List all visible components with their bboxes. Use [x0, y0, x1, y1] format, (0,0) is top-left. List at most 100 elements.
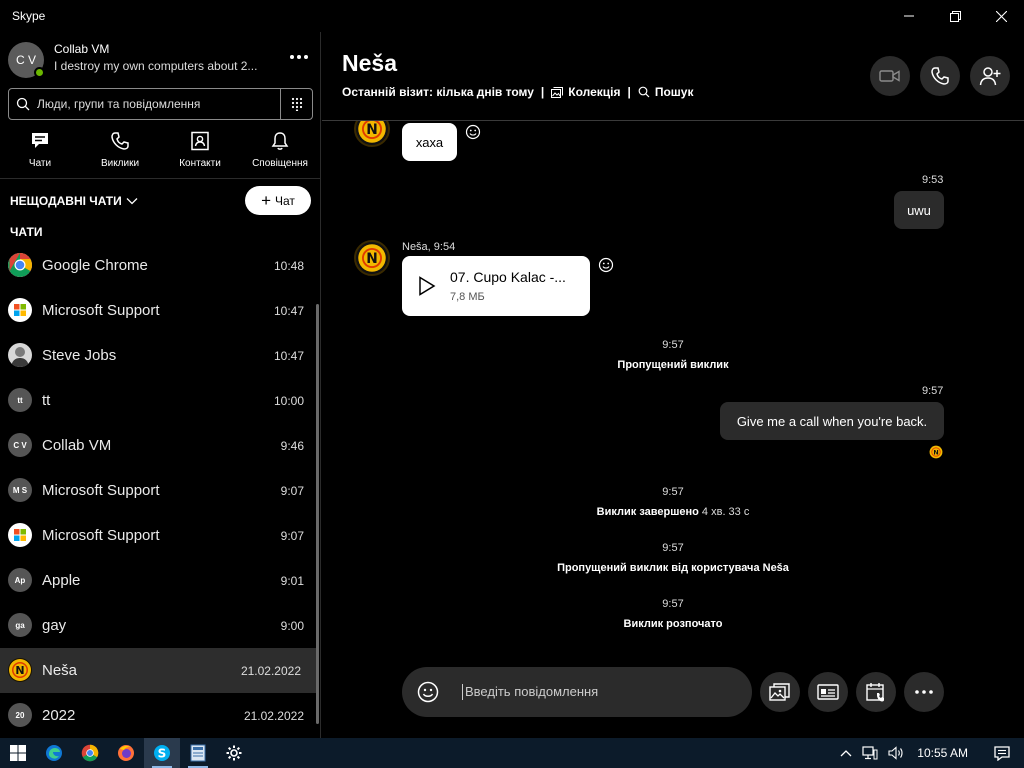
chat-item-steve-jobs[interactable]: Steve Jobs 10:47: [0, 333, 321, 378]
maximize-button[interactable]: [932, 0, 978, 32]
chat-item-tt[interactable]: tt tt 10:00: [0, 378, 321, 423]
edge-icon: [46, 745, 62, 761]
message-composer[interactable]: Введіть повідомлення: [402, 667, 752, 717]
chat-time: 21.02.2022: [240, 663, 301, 678]
chat-item-gay[interactable]: ga gay 9:00: [0, 603, 321, 648]
system-time: 9:57: [662, 542, 684, 554]
taskbar-settings[interactable]: [216, 738, 252, 768]
speaker-icon: [888, 746, 903, 760]
nesa-avatar-icon[interactable]: N: [354, 121, 390, 147]
microsoft-logo-icon: [8, 298, 32, 322]
nav-chats[interactable]: Чати: [0, 130, 80, 176]
call-started-notice: Виклик розпочато: [623, 618, 723, 630]
minimize-button[interactable]: [886, 0, 932, 32]
nav-contacts[interactable]: Контакти: [160, 130, 240, 176]
chat-item-microsoft-support[interactable]: Microsoft Support 10:47: [0, 288, 321, 333]
search-link[interactable]: Пошук: [655, 85, 694, 99]
conversation-subheader: Останній візит: кілька днів тому | Колек…: [342, 85, 693, 99]
conversation-title[interactable]: Neša: [342, 50, 397, 77]
chat-avatar: 20: [8, 703, 32, 727]
audio-call-button[interactable]: [920, 56, 960, 96]
more-composer-options-button[interactable]: [904, 672, 944, 712]
new-chat-button[interactable]: + Чат: [245, 186, 311, 215]
composer-actions: [760, 672, 944, 712]
profile-avatar[interactable]: C V: [8, 42, 45, 78]
main-nav: Чати Виклики Контакти Сповіщення: [0, 130, 321, 176]
conversation-actions: [870, 56, 1010, 96]
plus-icon: +: [261, 190, 272, 210]
search-icon: [638, 86, 650, 98]
profile[interactable]: C V Collab VM I destroy my own computers…: [8, 40, 313, 78]
taskbar-firefox[interactable]: [108, 738, 144, 768]
nesa-avatar-icon[interactable]: N: [354, 240, 390, 276]
nav-notifications[interactable]: Сповіщення: [240, 130, 320, 176]
dialpad-button[interactable]: [280, 89, 312, 119]
taskbar-app[interactable]: [180, 738, 216, 768]
new-chat-label: Чат: [275, 193, 295, 208]
schedule-call-button[interactable]: [856, 672, 896, 712]
chat-item-apple[interactable]: Ap Apple 9:01: [0, 558, 321, 603]
title-bar: Skype: [0, 0, 1024, 32]
image-icon: [769, 683, 790, 701]
chat-name: Collab VM: [42, 437, 112, 454]
chevron-down-icon: [126, 198, 138, 205]
taskbar-chrome[interactable]: [72, 738, 108, 768]
add-reaction-icon[interactable]: [465, 124, 481, 140]
more-icon: [915, 690, 933, 694]
action-center-button[interactable]: [980, 738, 1024, 768]
message-bubble-outgoing[interactable]: uwu: [894, 191, 944, 229]
recent-chats-dropdown[interactable]: НЕЩОДАВНІ ЧАТИ: [10, 194, 138, 208]
show-hidden-icons-button[interactable]: [835, 738, 857, 768]
message-sender-time: Neša, 9:54: [402, 241, 456, 253]
nesa-avatar-icon: N: [8, 658, 32, 682]
volume-button[interactable]: [883, 738, 909, 768]
divider: [0, 178, 321, 179]
search-input[interactable]: Люди, групи та повідомлення: [37, 97, 280, 111]
start-button[interactable]: [0, 738, 36, 768]
clock[interactable]: 10:55 AM: [909, 738, 980, 768]
chat-name: Apple: [42, 572, 81, 589]
close-button[interactable]: [978, 0, 1024, 32]
chat-item-nesa[interactable]: N Neša 21.02.2022: [0, 648, 318, 693]
chat-item-google-chrome[interactable]: Google Chrome 10:48: [0, 243, 321, 288]
gallery-icon: [551, 86, 564, 98]
svg-text:N: N: [15, 664, 24, 677]
taskbar: S 10:55 AM: [0, 738, 1024, 768]
search-box[interactable]: Люди, групи та повідомлення: [8, 88, 313, 120]
emoji-button[interactable]: [402, 681, 454, 703]
profile-status: I destroy my own computers about 2...: [54, 59, 258, 73]
send-media-button[interactable]: [760, 672, 800, 712]
message-input[interactable]: Введіть повідомлення: [462, 684, 598, 700]
file-attachment[interactable]: 07. Cupo Kalac -... 7,8 МБ: [402, 256, 590, 316]
chat-name: Google Chrome: [42, 257, 148, 274]
nav-calls[interactable]: Виклики: [80, 130, 160, 176]
nav-label: Виклики: [100, 158, 140, 169]
chat-time: 21.02.2022: [243, 708, 304, 723]
send-contact-button[interactable]: [808, 672, 848, 712]
video-camera-icon: [879, 70, 900, 82]
add-people-button[interactable]: [970, 56, 1010, 96]
chevron-up-icon: [840, 750, 852, 757]
video-call-button[interactable]: [870, 56, 910, 96]
chat-item-collab-vm[interactable]: C V Collab VM 9:46: [0, 423, 321, 468]
nav-label: Сповіщення: [252, 158, 308, 169]
chat-list-scrollbar[interactable]: [316, 304, 319, 724]
message-bubble-incoming[interactable]: хаха: [402, 123, 457, 161]
chat-name: Microsoft Support: [42, 302, 160, 319]
chat-item-microsoft-support[interactable]: M S Microsoft Support 9:07: [0, 468, 321, 513]
message-bubble-outgoing[interactable]: Give me a call when you're back.: [720, 402, 944, 440]
taskbar-edge[interactable]: [36, 738, 72, 768]
chat-time: 10:47: [273, 348, 304, 363]
add-reaction-icon[interactable]: [598, 257, 614, 273]
collection-link[interactable]: Колекція: [568, 85, 620, 99]
chat-item-microsoft-support[interactable]: Microsoft Support 9:07: [0, 513, 321, 558]
add-person-icon: [979, 67, 1001, 86]
separator: |: [627, 85, 631, 99]
window-controls: [886, 0, 1024, 32]
chat-time: 9:01: [280, 573, 304, 588]
chat-name: tt: [42, 392, 51, 409]
chat-item-2022[interactable]: 20 2022 21.02.2022: [0, 693, 321, 738]
network-button[interactable]: [857, 738, 883, 768]
more-options-button[interactable]: [285, 46, 313, 62]
taskbar-skype[interactable]: S: [144, 738, 180, 768]
